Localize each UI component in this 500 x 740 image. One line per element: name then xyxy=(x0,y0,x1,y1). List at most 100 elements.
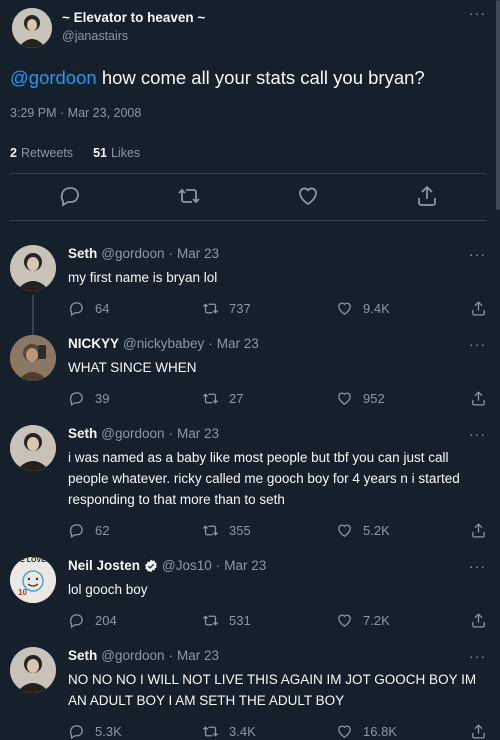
verified-icon xyxy=(145,559,157,573)
mention-link[interactable]: @gordoon xyxy=(10,67,97,88)
reply-count: 204 xyxy=(95,613,117,628)
like-count: 9.4K xyxy=(363,301,390,316)
reply-icon xyxy=(68,612,85,629)
reply-handle[interactable]: @gordoon xyxy=(101,647,164,665)
share-button[interactable] xyxy=(470,723,486,740)
avatar[interactable] xyxy=(10,425,56,471)
like-icon xyxy=(336,612,353,629)
reply-handle[interactable]: @nickybabey xyxy=(123,335,204,353)
reply-handle[interactable]: @gordoon xyxy=(101,245,164,263)
avatar[interactable] xyxy=(10,647,56,693)
share-button[interactable] xyxy=(470,390,486,407)
retweet-button[interactable]: 3.4K xyxy=(202,723,292,740)
more-icon[interactable]: ··· xyxy=(469,649,486,663)
retweets-stat[interactable]: 2 Retweets xyxy=(10,146,73,160)
more-icon[interactable]: ··· xyxy=(469,337,486,351)
reply-date[interactable]: Mar 23 xyxy=(224,557,266,575)
reply-date[interactable]: Mar 23 xyxy=(177,245,219,263)
reply-actions: 64 737 9.4K xyxy=(68,300,486,317)
reply-count: 39 xyxy=(95,391,110,406)
share-button[interactable] xyxy=(470,612,486,629)
reply-count: 64 xyxy=(95,301,110,316)
more-icon[interactable]: ··· xyxy=(469,6,486,20)
reply-author-name[interactable]: Seth xyxy=(68,245,97,263)
share-icon[interactable] xyxy=(415,184,439,208)
main-tweet: ~ Elevator to heaven ~ @janastairs ··· @… xyxy=(0,0,500,221)
reply-icon xyxy=(68,723,85,740)
like-icon[interactable] xyxy=(296,184,320,208)
reply-button[interactable]: 62 xyxy=(68,522,158,539)
avatar[interactable] xyxy=(10,245,56,291)
reply-handle[interactable]: @Jos10 xyxy=(162,557,212,575)
like-count: 7.2K xyxy=(363,613,390,628)
reply-handle[interactable]: @gordoon xyxy=(101,425,164,443)
retweet-button[interactable]: 531 xyxy=(202,612,292,629)
reply-button[interactable]: 5.3K xyxy=(68,723,158,740)
separator-dot: · xyxy=(208,336,213,351)
like-button[interactable]: 952 xyxy=(336,390,426,407)
reply-button[interactable]: 64 xyxy=(68,300,158,317)
timestamp[interactable]: 3:29 PM · Mar 23, 2008 xyxy=(10,106,486,120)
likes-stat[interactable]: 51 Likes xyxy=(93,146,140,160)
share-button[interactable] xyxy=(470,300,486,317)
like-button[interactable]: 16.8K xyxy=(336,723,426,740)
reply-author-name[interactable]: NICKYY xyxy=(68,335,119,353)
avatar-caption: E LOVE xyxy=(20,557,46,564)
reply-count: 62 xyxy=(95,523,110,538)
retweet-icon xyxy=(202,300,219,317)
reply-tweet[interactable]: Seth @gordoon · Mar 23 ··· i was named a… xyxy=(0,407,500,539)
retweet-icon xyxy=(202,390,219,407)
reply-icon xyxy=(68,390,85,407)
reply-author-name[interactable]: Seth xyxy=(68,425,97,443)
replies-list: Seth @gordoon · Mar 23 ··· my first name… xyxy=(0,221,500,740)
more-icon[interactable]: ··· xyxy=(469,559,486,573)
retweet-icon xyxy=(202,612,219,629)
reply-tweet[interactable]: Seth @gordoon · Mar 23 ··· NO NO NO I WI… xyxy=(0,629,500,740)
reply-icon xyxy=(68,522,85,539)
scrollbar[interactable] xyxy=(496,0,500,210)
avatar[interactable] xyxy=(10,335,56,381)
retweet-button[interactable]: 27 xyxy=(202,390,292,407)
avatar[interactable]: E LOVE 10 xyxy=(10,557,56,603)
retweet-icon[interactable] xyxy=(177,184,201,208)
share-icon xyxy=(470,612,487,629)
retweet-count: 3.4K xyxy=(229,724,256,739)
like-button[interactable]: 9.4K xyxy=(336,300,426,317)
like-count: 5.2K xyxy=(363,523,390,538)
avatar-number: 10 xyxy=(18,588,27,597)
reply-tweet[interactable]: NICKYY @nickybabey · Mar 23 ··· WHAT SIN… xyxy=(0,317,500,407)
reply-text: lol gooch boy xyxy=(68,582,148,597)
tweet-body: how come all your stats call you bryan? xyxy=(96,67,425,88)
separator-dot: · xyxy=(168,426,174,441)
more-icon[interactable]: ··· xyxy=(469,427,486,441)
like-button[interactable]: 7.2K xyxy=(336,612,426,629)
like-button[interactable]: 5.2K xyxy=(336,522,426,539)
like-icon xyxy=(336,300,353,317)
avatar[interactable] xyxy=(12,8,52,48)
reply-actions: 5.3K 3.4K 16.8K xyxy=(68,723,486,740)
reply-date[interactable]: Mar 23 xyxy=(217,335,259,353)
reply-author-name[interactable]: Neil Josten xyxy=(68,557,140,575)
reply-tweet[interactable]: Seth @gordoon · Mar 23 ··· my first name… xyxy=(0,221,500,335)
reply-date[interactable]: Mar 23 xyxy=(177,425,219,443)
like-icon xyxy=(336,390,353,407)
reply-author-name[interactable]: Seth xyxy=(68,647,97,665)
more-icon[interactable]: ··· xyxy=(469,247,486,261)
handle[interactable]: @janastairs xyxy=(62,28,469,44)
reply-icon[interactable] xyxy=(58,184,82,208)
display-name[interactable]: ~ Elevator to heaven ~ xyxy=(62,10,469,26)
reply-button[interactable]: 39 xyxy=(68,390,158,407)
retweet-button[interactable]: 737 xyxy=(202,300,292,317)
tweet-text: @gordoon how come all your stats call yo… xyxy=(10,66,486,90)
share-button[interactable] xyxy=(470,522,486,539)
retweet-button[interactable]: 355 xyxy=(202,522,292,539)
retweet-count: 737 xyxy=(229,301,251,316)
reply-actions: 204 531 7.2K xyxy=(68,612,486,629)
separator-dot: · xyxy=(168,648,174,663)
reply-icon xyxy=(68,300,85,317)
retweet-icon xyxy=(202,522,219,539)
reply-tweet[interactable]: E LOVE 10 Neil Josten @Jos10 · Mar 23 ···… xyxy=(0,539,500,629)
reply-date[interactable]: Mar 23 xyxy=(177,647,219,665)
like-count: 16.8K xyxy=(363,724,397,739)
reply-button[interactable]: 204 xyxy=(68,612,158,629)
